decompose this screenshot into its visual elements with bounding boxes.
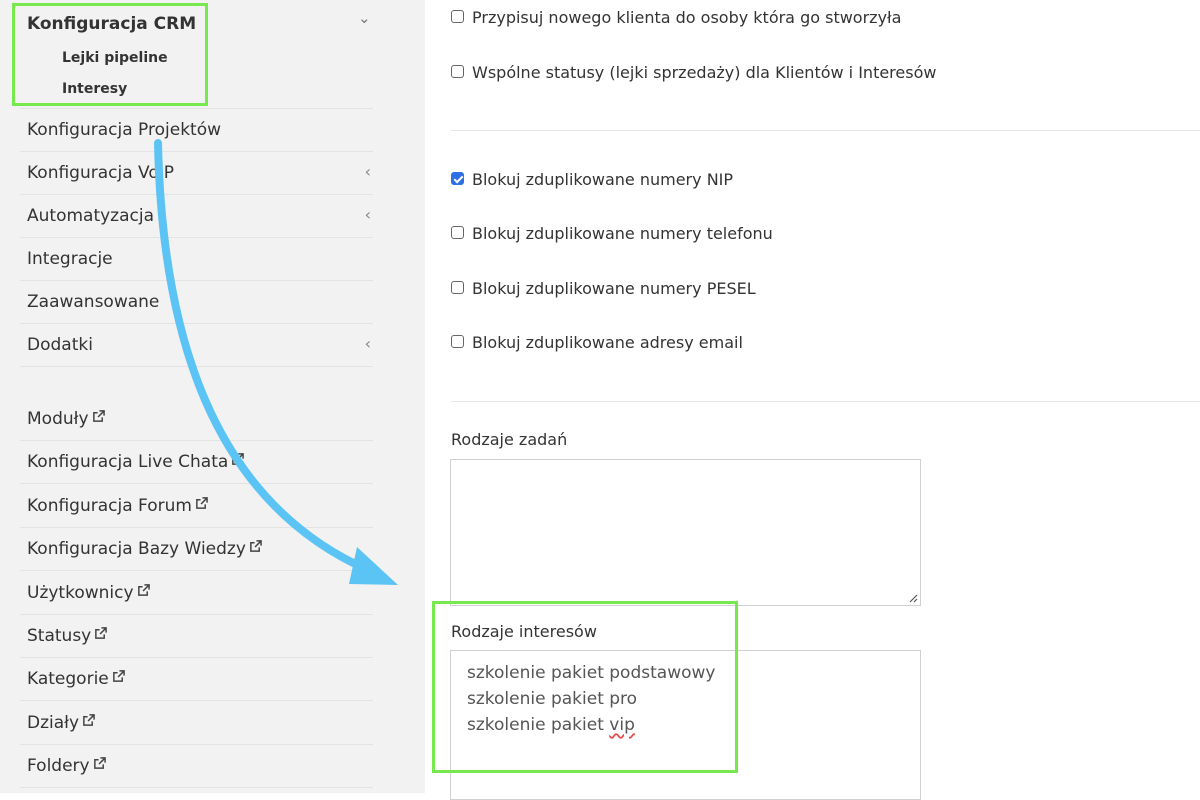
sidebar-item-kategorie[interactable]: Kategorie: [20, 658, 373, 701]
checkbox-assign-new-client[interactable]: [451, 10, 464, 23]
resize-handle-icon[interactable]: [907, 592, 918, 603]
sidebar-item-uzytkownicy[interactable]: Użytkownicy: [20, 572, 373, 615]
checkbox-shared-statuses[interactable]: [451, 65, 464, 78]
checkbox-label: Blokuj zduplikowane numery telefonu: [472, 224, 773, 243]
checkbox-label: Wspólne statusy (lejki sprzedaży) dla Kl…: [472, 63, 937, 82]
chevron-left-icon: ‹: [364, 334, 371, 353]
sidebar-item-label: Dodatki: [27, 335, 93, 355]
checkbox-label: Przypisuj nowego klienta do osoby która …: [472, 8, 902, 27]
checkbox-block-duplicate-email[interactable]: [451, 335, 464, 348]
sidebar: Konfiguracja CRM ⌄ Lejki pipeline Intere…: [0, 0, 425, 793]
external-link-icon: [95, 627, 108, 639]
task-types-textarea[interactable]: [450, 459, 921, 606]
sidebar-item-label: Konfiguracja Projektów: [27, 120, 222, 140]
sidebar-item-label: Statusy: [27, 626, 92, 646]
sidebar-item-label: Konfiguracja Forum: [27, 496, 192, 516]
external-link-icon: [83, 714, 95, 726]
checkbox-block-duplicate-phone[interactable]: [451, 226, 464, 239]
external-link-icon: [232, 453, 245, 465]
sidebar-item-zaawansowane[interactable]: Zaawansowane: [20, 281, 373, 324]
sidebar-item-konfiguracja-live-chata[interactable]: Konfiguracja Live Chata: [20, 441, 373, 484]
sidebar-item-label: Zaawansowane: [27, 292, 160, 312]
checkbox-label: Blokuj zduplikowane numery NIP: [472, 170, 734, 189]
sidebar-item-integracje[interactable]: Integracje: [20, 238, 373, 281]
checkbox-block-duplicate-nip[interactable]: [451, 172, 464, 185]
divider: [451, 130, 1200, 131]
checkbox-label: Blokuj zduplikowane numery PESEL: [472, 279, 756, 298]
divider: [451, 401, 1200, 402]
highlight-box-interest-types: [432, 601, 738, 773]
highlight-box-crm-menu: [12, 3, 208, 106]
sidebar-item-konfiguracja-projektow[interactable]: Konfiguracja Projektów: [20, 109, 373, 152]
sidebar-item-label: Integracje: [27, 249, 113, 269]
sidebar-item-label: Automatyzacja: [27, 206, 155, 226]
sidebar-item-label: Konfiguracja Bazy Wiedzy: [27, 539, 246, 559]
external-link-icon: [196, 497, 208, 509]
sidebar-item-label: Kategorie: [27, 669, 109, 689]
sidebar-item-dzialy[interactable]: Działy: [20, 702, 373, 745]
checkbox-block-duplicate-pesel[interactable]: [451, 281, 464, 294]
chevron-left-icon: ‹: [364, 162, 371, 181]
chevron-left-icon: ‹: [364, 205, 371, 224]
external-link-icon: [93, 757, 106, 769]
sidebar-item-label: Moduły: [27, 409, 89, 429]
sidebar-item-foldery[interactable]: Foldery: [20, 745, 373, 788]
external-link-icon: [112, 670, 125, 682]
sidebar-item-automatyzacja[interactable]: Automatyzacja ‹: [20, 195, 373, 238]
task-types-label: Rodzaje zadań: [451, 430, 568, 449]
sidebar-item-label: Działy: [27, 713, 80, 733]
checkbox-label: Blokuj zduplikowane adresy email: [472, 333, 743, 352]
sidebar-item-statusy[interactable]: Statusy: [20, 615, 373, 658]
external-link-icon: [250, 540, 262, 552]
sidebar-item-dodatki[interactable]: Dodatki ‹: [20, 324, 373, 367]
sidebar-item-konfiguracja-bazy-wiedzy[interactable]: Konfiguracja Bazy Wiedzy: [20, 528, 373, 571]
sidebar-item-label: Konfiguracja Live Chata: [27, 452, 229, 472]
sidebar-item-label: Foldery: [27, 756, 90, 776]
sidebar-item-konfiguracja-forum[interactable]: Konfiguracja Forum: [20, 485, 373, 528]
sidebar-item-label: Konfiguracja VoIP: [27, 163, 175, 183]
sidebar-item-moduly[interactable]: Moduły: [20, 398, 373, 441]
sidebar-item-label: Użytkownicy: [27, 583, 134, 603]
sidebar-item-konfiguracja-voip[interactable]: Konfiguracja VoIP ‹: [20, 152, 373, 195]
chevron-down-icon[interactable]: ⌄: [358, 9, 371, 27]
external-link-icon: [137, 584, 150, 596]
external-link-icon: [92, 410, 105, 422]
